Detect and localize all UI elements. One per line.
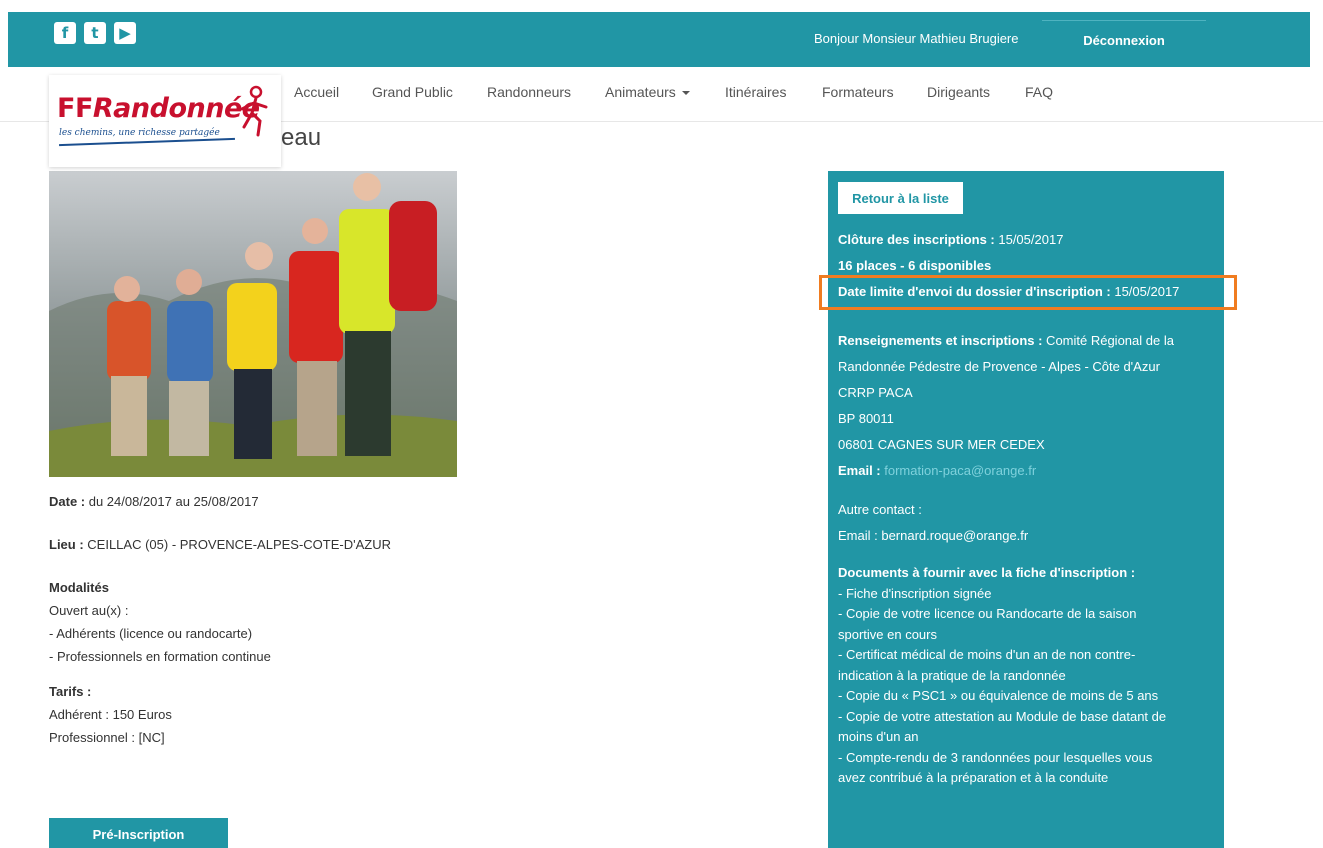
other-contact-block: Autre contact : Email : bernard.roque@or… xyxy=(838,497,1214,549)
logo-underline xyxy=(59,137,235,147)
cloture-row: Clôture des inscriptions : 15/05/2017 xyxy=(838,227,1214,253)
documents-block: Documents à fournir avec la fiche d'insc… xyxy=(838,563,1214,789)
modalites-line: - Professionnels en formation continue xyxy=(49,649,271,664)
email-label: Email : xyxy=(838,463,881,478)
date-row: Date : du 24/08/2017 au 25/08/2017 xyxy=(49,490,549,513)
twitter-icon[interactable]: t xyxy=(84,22,106,44)
document-item: moins d'un an xyxy=(838,729,919,744)
date-label: Date : xyxy=(49,494,86,509)
renseignements-label: Renseignements et inscriptions : xyxy=(838,333,1043,348)
tarif-line: Professionnel : [NC] xyxy=(49,730,165,745)
nav-item-randonneurs[interactable]: Randonneurs xyxy=(487,84,571,100)
lieu-label: Lieu : xyxy=(49,537,84,552)
nav-item-label: Animateurs xyxy=(605,84,676,100)
documents-title: Documents à fournir avec la fiche d'insc… xyxy=(838,565,1136,580)
logo-randonnee: Randonnée xyxy=(92,93,260,124)
nav-item-dirigeants[interactable]: Dirigeants xyxy=(927,84,990,100)
document-item: sportive en cours xyxy=(838,626,937,642)
user-greeting: Bonjour Monsieur Mathieu Brugiere xyxy=(814,31,1019,46)
back-to-list-button[interactable]: Retour à la liste xyxy=(838,182,963,214)
email-link[interactable]: formation-paca@orange.fr xyxy=(881,463,1036,478)
renseignements-value: Comité Régional de la xyxy=(1042,333,1174,348)
date-value: du 24/08/2017 au 25/08/2017 xyxy=(85,494,259,509)
nav-item-animateurs[interactable]: Animateurs xyxy=(605,84,690,100)
address-line: BP 80011 xyxy=(838,411,894,426)
document-item: - Copie de votre licence ou Randocarte d… xyxy=(838,606,1137,621)
page-title: eau xyxy=(281,124,322,151)
email-row: Email : formation-paca@orange.fr xyxy=(838,458,1214,484)
tarif-line: Adhérent : 150 Euros xyxy=(49,707,172,722)
highlight-annotation-box xyxy=(819,275,1237,310)
modalites-title: Modalités xyxy=(49,580,109,595)
modalites-line: Ouvert au(x) : xyxy=(49,603,129,618)
hikers-photo xyxy=(49,171,457,477)
autre-contact-label: Autre contact : xyxy=(838,502,922,517)
renseignements-row: Renseignements et inscriptions : Comité … xyxy=(838,328,1214,354)
social-links: f t ▶ xyxy=(54,22,136,44)
logo-wordmark: FFRandonnée xyxy=(57,93,260,124)
lieu-row: Lieu : CEILLAC (05) - PROVENCE-ALPES-COT… xyxy=(49,533,549,556)
info-sidebar: Retour à la liste Clôture des inscriptio… xyxy=(828,171,1224,848)
facebook-icon[interactable]: f xyxy=(54,22,76,44)
document-item: indication à la pratique de la randonnée xyxy=(838,667,1066,683)
top-bar: f t ▶ Bonjour Monsieur Mathieu Brugiere … xyxy=(8,12,1310,67)
cloture-label: Clôture des inscriptions : xyxy=(838,232,995,247)
address-line: Randonnée Pédestre de Provence - Alpes -… xyxy=(838,359,1160,374)
nav-item-itineraires[interactable]: Itinéraires xyxy=(725,84,786,100)
modalites-line: - Adhérents (licence ou randocarte) xyxy=(49,626,253,641)
nav-item-faq[interactable]: FAQ xyxy=(1025,84,1053,100)
caret-down-icon xyxy=(681,91,690,96)
logo-tagline: les chemins, une richesse partagée xyxy=(59,128,220,138)
course-details: Date : du 24/08/2017 au 25/08/2017 Lieu … xyxy=(49,490,549,749)
site-logo[interactable]: FFRandonnée les chemins, une richesse pa… xyxy=(49,75,281,167)
autre-contact-email: Email : bernard.roque@orange.fr xyxy=(838,528,1029,543)
document-item: - Copie du « PSC1 » ou équivalence de mo… xyxy=(838,688,1159,703)
document-item: - Certificat médical de moins d'un an de… xyxy=(838,647,1136,662)
document-item: avez contribué à la préparation et à la … xyxy=(838,770,1109,785)
hiker-logo-icon xyxy=(240,85,268,137)
contact-block: Renseignements et inscriptions : Comité … xyxy=(838,328,1214,484)
document-item: - Fiche d'inscription signée xyxy=(838,585,992,601)
logo-ff: FF xyxy=(57,93,93,124)
preinscription-button[interactable]: Pré-Inscription xyxy=(49,818,228,848)
document-item: - Copie de votre attestation au Module d… xyxy=(838,708,1167,724)
tarifs-title: Tarifs : xyxy=(49,684,92,699)
address-line: CRRP PACA xyxy=(838,385,913,400)
nav-item-accueil[interactable]: Accueil xyxy=(294,84,339,100)
youtube-icon[interactable]: ▶ xyxy=(114,22,136,44)
nav-item-formateurs[interactable]: Formateurs xyxy=(822,84,894,100)
lieu-value: CEILLAC (05) - PROVENCE-ALPES-COTE-D'AZU… xyxy=(83,537,391,552)
nav-item-grand-public[interactable]: Grand Public xyxy=(372,84,453,100)
document-item: - Compte-rendu de 3 randonnées pour lesq… xyxy=(838,749,1153,765)
cloture-value: 15/05/2017 xyxy=(994,232,1064,247)
address-line: 06801 CAGNES SUR MER CEDEX xyxy=(838,437,1045,452)
logout-button[interactable]: Déconnexion xyxy=(1042,20,1206,60)
